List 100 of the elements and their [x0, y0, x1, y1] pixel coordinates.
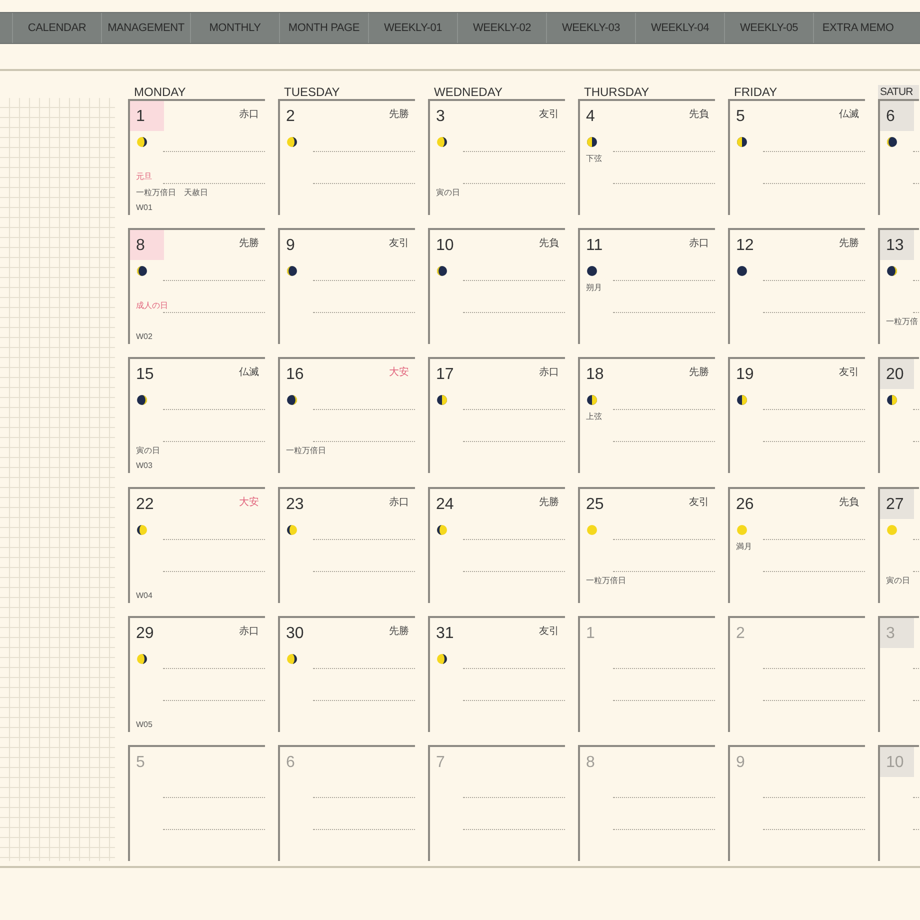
rokuyo-label: 友引 — [389, 237, 409, 250]
day-cell[interactable]: 25 友引 一粒万倍日 — [578, 486, 715, 603]
week-number: W05 — [136, 720, 152, 729]
day-number: 7 — [435, 752, 446, 773]
day-cell[interactable]: 24 先勝 — [428, 486, 565, 603]
nav-tab[interactable]: WEEKLY-05 — [724, 13, 813, 43]
day-cell[interactable]: 19 友引 — [728, 357, 865, 474]
day-number: 22 — [135, 494, 155, 515]
holiday-name: 元旦 — [136, 171, 152, 182]
moon-note: 朔月 — [586, 282, 602, 294]
rokuyo-label: 先負 — [839, 496, 859, 509]
day-note: 一粒万倍日 — [286, 445, 326, 456]
day-number: 17 — [435, 365, 455, 386]
day-number: 8 — [585, 752, 596, 773]
day-number: 9 — [735, 752, 746, 773]
day-cell[interactable]: 13 一粒万倍 — [878, 228, 919, 344]
nav-tab[interactable]: MONTHLY — [190, 13, 279, 43]
day-number: 12 — [735, 236, 755, 256]
rokuyo-label: 仏滅 — [839, 108, 859, 122]
day-note: 寅の日 — [136, 445, 160, 456]
rokuyo-label: 先負 — [539, 236, 559, 250]
moon-note: 満月 — [736, 540, 752, 552]
day-cell[interactable]: 20 — [878, 357, 919, 474]
day-cell[interactable]: 9 友引 — [278, 228, 415, 344]
day-note: 寅の日 — [886, 574, 910, 586]
day-note: 寅の日 — [436, 187, 460, 198]
day-cell[interactable]: 26 先負 満月 — [728, 486, 865, 603]
weekday-header: SATUR — [878, 85, 919, 99]
nav-tab[interactable]: CALENDAR — [12, 13, 101, 43]
week-number: W04 — [136, 590, 152, 600]
moon-note: 下弦 — [586, 153, 602, 164]
rokuyo-label: 先勝 — [239, 236, 259, 250]
day-number: 16 — [285, 365, 305, 386]
day-cell[interactable]: 16 大安 一粒万倍日 — [278, 357, 415, 474]
nav-tab[interactable]: WEEKLY-04 — [635, 13, 724, 43]
week-number: W02 — [136, 332, 152, 342]
day-cell[interactable]: 2 先勝 — [278, 99, 415, 216]
nav-tab[interactable]: MANAGEMENT — [101, 13, 190, 43]
day-cell[interactable]: 5 仏滅 — [728, 99, 865, 216]
weekday-header: THURSDAY — [583, 85, 650, 99]
day-number: 1 — [130, 101, 164, 132]
day-cell[interactable]: 27 寅の日 — [878, 486, 919, 603]
week-number: W01 — [136, 203, 152, 212]
rokuyo-label: 先勝 — [839, 236, 859, 250]
nav-tab[interactable]: MONTH PAGE — [279, 13, 368, 43]
day-number: 13 — [880, 230, 914, 260]
rokuyo-label: 赤口 — [239, 108, 259, 122]
day-number: 11 — [585, 236, 604, 256]
day-cell[interactable]: 6 — [878, 99, 919, 216]
rokuyo-label: 先勝 — [689, 366, 709, 380]
day-number: 3 — [435, 107, 446, 128]
day-number: 31 — [435, 624, 455, 644]
day-number: 15 — [135, 365, 155, 386]
day-cell[interactable]: 15 仏滅 寅の日 W03 — [128, 357, 265, 474]
moon-note: 上弦 — [586, 411, 602, 422]
day-number: 26 — [735, 494, 755, 515]
day-cell[interactable]: 31 友引 — [428, 616, 565, 732]
day-number: 18 — [585, 365, 605, 386]
day-cell[interactable]: 22 大安 W04 — [128, 486, 265, 603]
day-number: 30 — [285, 624, 305, 644]
rokuyo-label: 赤口 — [689, 236, 709, 250]
day-number: 23 — [285, 494, 305, 515]
day-cell[interactable]: 1 赤口 元旦 一粒万倍日 天赦日 W01 — [128, 99, 265, 216]
day-cell[interactable]: 8 先勝 成人の日 W02 — [128, 228, 265, 344]
rokuyo-label: 先勝 — [389, 624, 409, 638]
day-note: 一粒万倍日 — [586, 574, 626, 586]
day-cell[interactable]: 12 先勝 — [728, 228, 865, 344]
rokuyo-label: 大安 — [389, 366, 409, 380]
day-number: 10 — [435, 236, 455, 256]
day-number: 10 — [880, 746, 914, 777]
weekday-header: FRIDAY — [733, 85, 778, 99]
rokuyo-label: 大安 — [239, 496, 259, 509]
rokuyo-label: 赤口 — [539, 366, 559, 380]
day-number: 5 — [735, 107, 746, 128]
nav-tab[interactable]: WEEKLY-02 — [457, 13, 546, 43]
day-cell[interactable]: 4 先負 下弦 — [578, 99, 715, 216]
nav-tab[interactable]: EXTRA MEMO — [813, 13, 902, 43]
day-number: 20 — [880, 359, 914, 390]
day-cell[interactable]: 18 先勝 上弦 — [578, 357, 715, 474]
nav-tab[interactable]: WEEKLY-03 — [546, 13, 635, 43]
day-number: 3 — [880, 618, 914, 648]
rokuyo-label: 友引 — [839, 366, 859, 380]
rokuyo-label: 友引 — [539, 108, 559, 122]
day-cell[interactable]: 17 赤口 — [428, 357, 565, 474]
rokuyo-label: 赤口 — [239, 624, 259, 638]
holiday-name: 成人の日 — [136, 300, 168, 312]
day-cell[interactable]: 10 先負 — [428, 228, 565, 344]
day-cell[interactable]: 30 先勝 — [278, 616, 415, 732]
day-note: 一粒万倍 — [886, 316, 918, 328]
day-cell[interactable]: 23 赤口 — [278, 486, 415, 603]
rokuyo-label: 仏滅 — [239, 366, 259, 380]
day-number: 8 — [130, 230, 164, 260]
rokuyo-label: 先勝 — [389, 108, 409, 122]
day-cell[interactable]: 3 友引 寅の日 — [428, 99, 565, 216]
rokuyo-label: 先勝 — [539, 496, 559, 509]
nav-tab[interactable]: WEEKLY-01 — [368, 13, 457, 43]
weekday-header: WEDNEDAY — [433, 85, 504, 99]
day-cell[interactable]: 29 赤口 W05 — [128, 616, 265, 732]
day-number: 6 — [285, 752, 296, 773]
day-cell[interactable]: 11 赤口 朔月 — [578, 228, 715, 344]
